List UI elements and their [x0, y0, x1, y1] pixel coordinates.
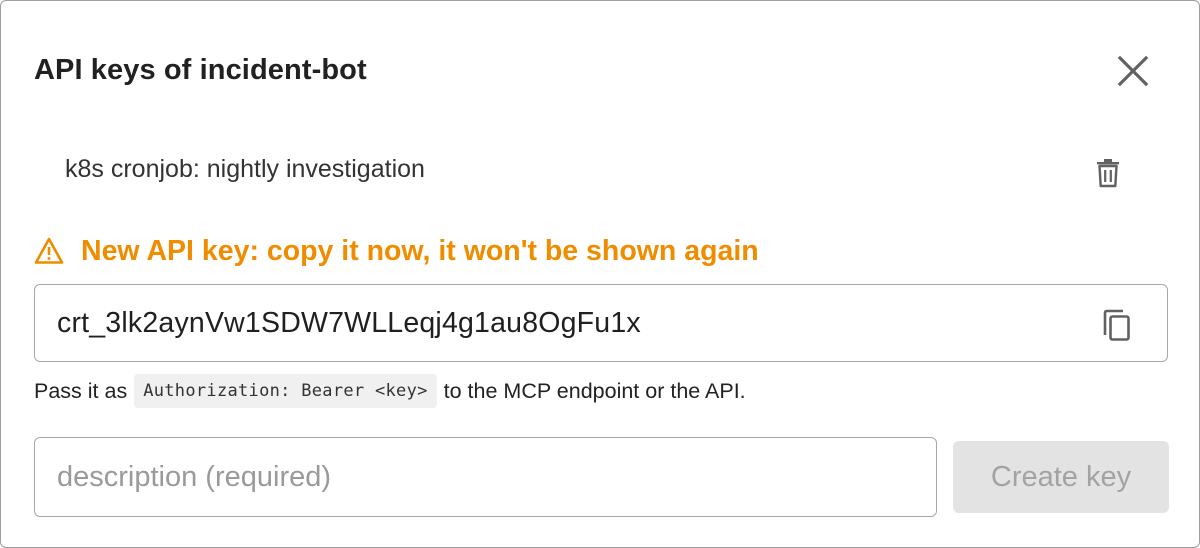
dialog-title: API keys of incident-bot — [34, 54, 367, 86]
warning-text: New API key: copy it now, it won't be sh… — [81, 235, 759, 267]
new-key-value[interactable]: crt_3lk2aynVw1SDW7WLLeqj4g1au8OgFu1x — [57, 306, 641, 340]
auth-header-code: Authorization: Bearer <key> — [134, 374, 437, 408]
api-key-description: k8s cronjob: nightly investigation — [65, 155, 425, 183]
trash-icon — [1097, 158, 1119, 187]
copy-key-button[interactable] — [1097, 305, 1135, 345]
api-key-list-item: k8s cronjob: nightly investigation — [34, 141, 1168, 197]
delete-key-button[interactable] — [1090, 153, 1126, 189]
create-key-button[interactable]: Create key — [953, 441, 1169, 513]
usage-hint: Pass it as Authorization: Bearer <key> t… — [34, 373, 746, 409]
api-keys-dialog: API keys of incident-bot k8s cronjob: ni… — [0, 0, 1200, 548]
warning-triangle-icon — [34, 237, 64, 264]
new-key-field[interactable]: crt_3lk2aynVw1SDW7WLLeqj4g1au8OgFu1x — [34, 284, 1168, 362]
copy-icon — [1103, 309, 1130, 341]
hint-suffix: to the MCP endpoint or the API. — [443, 378, 746, 403]
hint-prefix: Pass it as — [34, 378, 128, 403]
new-key-warning: New API key: copy it now, it won't be sh… — [34, 231, 759, 271]
close-button[interactable] — [1111, 49, 1155, 93]
close-icon — [1117, 55, 1149, 87]
description-input[interactable] — [34, 437, 937, 517]
